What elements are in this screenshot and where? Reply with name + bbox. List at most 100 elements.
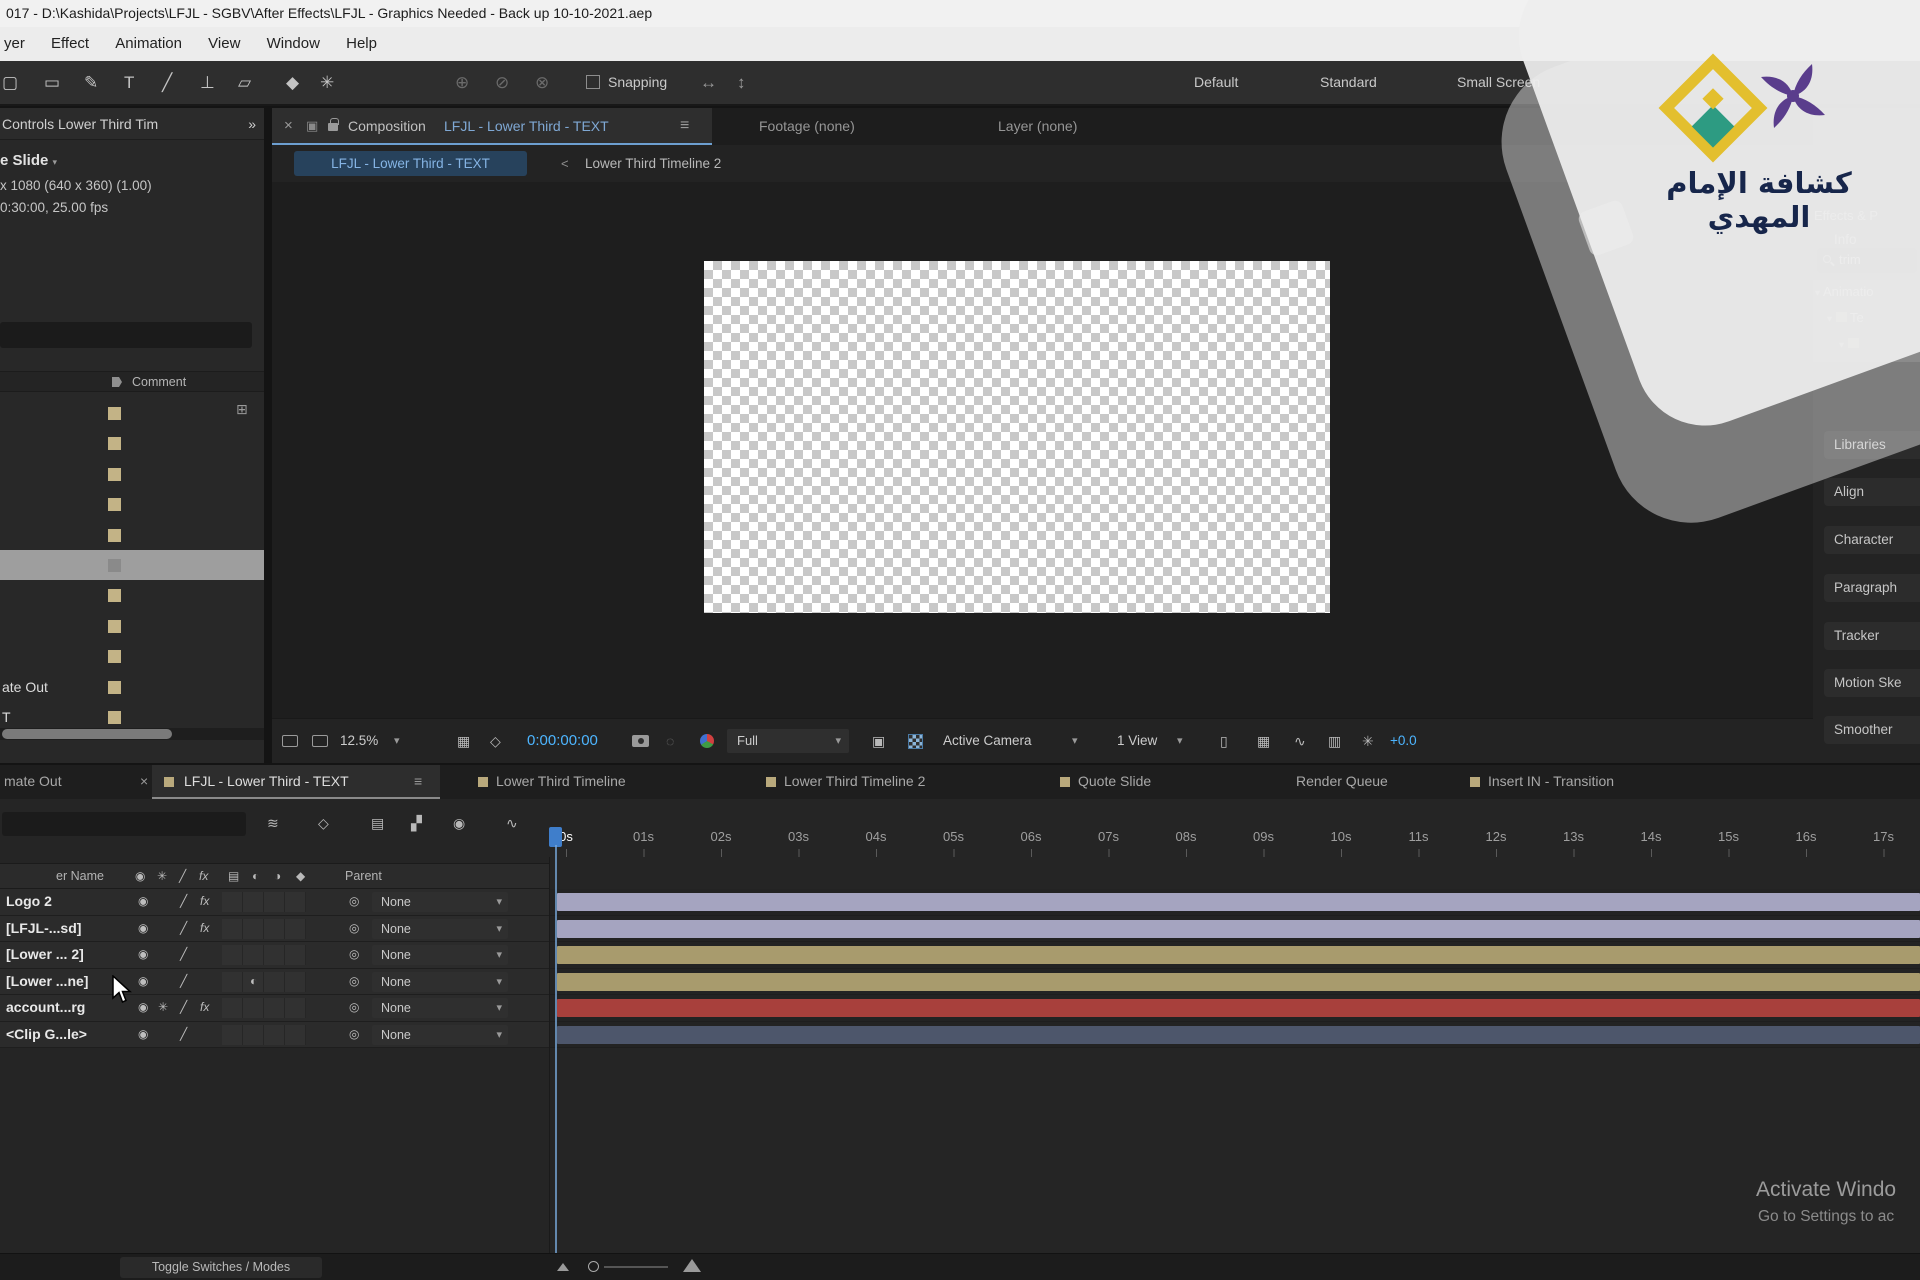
switch-cells[interactable] [222, 998, 306, 1018]
project-item-label[interactable]: ate Out [2, 672, 48, 702]
shy-column-icon[interactable]: ▤ [228, 869, 239, 883]
layer-row[interactable]: Logo 2 ◉ ╱ fx ◎ None▾ [0, 889, 1920, 916]
transparency-grid-icon[interactable] [908, 734, 923, 749]
layer-duration-bar[interactable] [557, 893, 1920, 911]
switch-cells[interactable] [222, 919, 306, 939]
chevron-down-icon[interactable]: ▾ [1177, 734, 1183, 747]
close-icon[interactable]: × [284, 108, 293, 144]
tab-insert-in-transition[interactable]: Insert IN - Transition [1488, 765, 1614, 799]
current-time-display[interactable]: 0:00:00:00 [527, 719, 598, 763]
tab-lower-third-timeline-2[interactable]: Lower Third Timeline 2 [784, 765, 925, 799]
quality-icon[interactable]: ╱ [180, 916, 187, 941]
grid-guides-icon[interactable]: ▦ [457, 733, 470, 750]
quality-column-icon[interactable]: ╱ [179, 869, 186, 883]
project-item[interactable] [0, 580, 264, 610]
type-tool-icon[interactable]: T [124, 61, 134, 104]
project-item[interactable] [0, 641, 264, 671]
tab-lower-third-timeline[interactable]: Lower Third Timeline [496, 765, 626, 799]
flowchart-tree-icon[interactable]: ⊞ [236, 401, 248, 418]
layer-name[interactable]: Logo 2 [6, 889, 52, 914]
menu-view[interactable]: View [208, 27, 240, 61]
project-item[interactable] [0, 611, 264, 641]
snapshot-icon[interactable] [632, 735, 649, 747]
layer-duration-bar[interactable] [557, 999, 1920, 1017]
layer-duration-bar[interactable] [557, 973, 1920, 991]
scrollbar-thumb[interactable] [2, 729, 172, 739]
panel-tab-paragraph[interactable]: Paragraph [1824, 574, 1920, 602]
region-of-interest-icon[interactable]: ▣ [872, 733, 885, 750]
project-item[interactable] [0, 459, 264, 489]
chevron-down-icon[interactable]: ▾ [394, 734, 400, 747]
tab-active-comp[interactable]: LFJL - Lower Third - TEXT ≡ [152, 765, 440, 799]
zoom-out-icon[interactable] [557, 1263, 569, 1271]
layer-row[interactable]: [LFJL-...sd] ◉ ╱ fx ◎ None▾ [0, 916, 1920, 943]
project-item-selected[interactable] [0, 550, 264, 580]
composition-tab-label[interactable]: Composition [348, 108, 426, 144]
column-parent[interactable]: Parent [345, 864, 382, 888]
layer-row[interactable]: account...rg ◉ ✳ ╱ fx ◎ None▾ [0, 995, 1920, 1022]
axis-mode-world-icon[interactable]: ⊘ [495, 61, 509, 104]
snapping-checkbox[interactable] [586, 75, 600, 89]
project-item[interactable] [0, 520, 264, 550]
zoom-slider-knob[interactable] [588, 1261, 599, 1272]
shape-tool-icon[interactable]: ▭ [44, 61, 60, 104]
quality-icon[interactable]: ╱ [180, 995, 187, 1020]
switch-cells[interactable] [222, 892, 306, 912]
av-features-icon[interactable]: ◉ [138, 889, 148, 914]
breadcrumb-current[interactable]: LFJL - Lower Third - TEXT [294, 151, 527, 176]
selection-tool-icon[interactable]: ▢ [2, 61, 18, 104]
layer-duration-bar[interactable] [557, 946, 1920, 964]
toggle-switches-modes-button[interactable]: Toggle Switches / Modes [120, 1257, 322, 1278]
panel-tab-motion-sketch[interactable]: Motion Ske [1824, 669, 1920, 697]
parent-select[interactable]: None▾ [372, 998, 508, 1018]
panel-tab-character[interactable]: Character [1824, 526, 1920, 554]
playhead-marker[interactable] [549, 827, 562, 847]
puppet-tool-icon[interactable]: ◆ [286, 61, 299, 104]
project-item[interactable]: ate Out [0, 672, 264, 702]
quality-icon[interactable]: ╱ [180, 1022, 187, 1047]
channel-colors-icon[interactable] [700, 734, 714, 748]
footage-tab[interactable]: Footage (none) [759, 108, 855, 145]
switch-cells[interactable] [222, 972, 306, 992]
composition-tab-name[interactable]: LFJL - Lower Third - TEXT [444, 108, 609, 144]
panel-tab-align[interactable]: Align [1824, 478, 1920, 506]
exposure-value[interactable]: +0.0 [1390, 719, 1417, 763]
view-layout-select[interactable]: 1 View [1117, 719, 1157, 763]
panel-overflow-icon[interactable]: » [248, 108, 256, 140]
tab-quote-slide[interactable]: Quote Slide [1078, 765, 1151, 799]
clone-stamp-tool-icon[interactable]: ⊥ [200, 61, 215, 104]
layer-duration-bar[interactable] [557, 920, 1920, 938]
composition-tab[interactable]: × ▣ Composition LFJL - Lower Third - TEX… [272, 108, 712, 145]
axis-mode-local-icon[interactable]: ⊕ [455, 61, 469, 104]
tab-render-queue[interactable]: Render Queue [1296, 765, 1388, 799]
camera-select[interactable]: Active Camera [943, 719, 1032, 763]
layer-name[interactable]: [LFJL-...sd] [6, 916, 81, 941]
quality-icon[interactable]: ╱ [180, 942, 187, 967]
show-snapshot-icon[interactable]: ◌ [666, 733, 674, 749]
comment-column-label[interactable]: Comment [132, 372, 186, 392]
draft-3d-icon[interactable]: ◇ [318, 815, 329, 832]
layer-name[interactable]: [Lower ...ne] [6, 969, 88, 994]
frame-blend-icon[interactable]: ◐ [250, 969, 257, 994]
motion-blur-column-icon[interactable]: ◑ [274, 869, 281, 883]
av-features-icon[interactable]: ◉ [138, 1022, 148, 1047]
motion-blur-icon[interactable]: ◉ [453, 815, 465, 832]
project-search-field[interactable] [0, 322, 252, 348]
close-icon[interactable]: × [140, 765, 148, 799]
timeline-search-field[interactable] [2, 812, 246, 836]
parent-pickwhip-icon[interactable]: ◎ [349, 1022, 359, 1047]
parent-select[interactable]: None▾ [372, 892, 508, 912]
panel-menu-icon[interactable]: ≡ [414, 765, 422, 799]
quality-icon[interactable]: ╱ [180, 969, 187, 994]
zoom-slider-track[interactable] [604, 1266, 668, 1268]
resolution-select[interactable]: Full ▾ [727, 729, 849, 753]
workspace-standard[interactable]: Standard [1320, 61, 1377, 104]
menu-animation[interactable]: Animation [115, 27, 182, 61]
parent-select[interactable]: None▾ [372, 972, 508, 992]
layer-name[interactable]: [Lower ... 2] [6, 942, 84, 967]
parent-select[interactable]: None▾ [372, 945, 508, 965]
tab-partial[interactable]: mate Out [4, 765, 62, 799]
proportional-grid-icon[interactable]: ▦ [1257, 733, 1270, 750]
panel-tab-tracker[interactable]: Tracker [1824, 622, 1920, 650]
shy-layers-icon[interactable]: ▤ [371, 815, 384, 832]
